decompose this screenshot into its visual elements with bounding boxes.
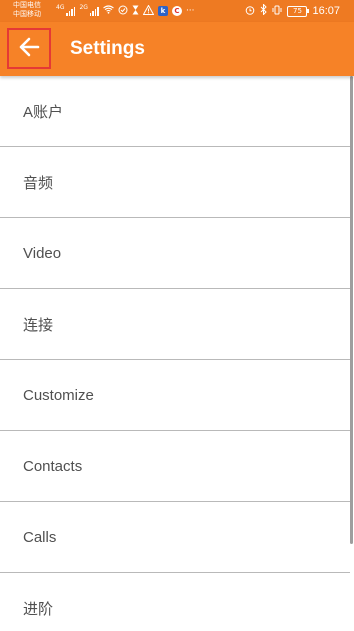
wifi-icon (103, 5, 114, 17)
carrier-1: 中国电信 (13, 1, 41, 9)
scrollbar[interactable] (350, 76, 353, 544)
carrier-info: 中国电信 中国移动 (13, 1, 41, 19)
settings-item-advanced[interactable]: 进阶 (0, 573, 350, 631)
app-notification-icon: k (157, 6, 168, 16)
network-type-2: 2G (79, 3, 88, 11)
settings-item-calls[interactable]: Calls (0, 502, 350, 573)
warning-icon (142, 3, 155, 18)
settings-item-label: 音频 (23, 174, 54, 192)
settings-item-contacts[interactable]: Contacts (0, 431, 350, 502)
signal-icon-2 (89, 6, 99, 16)
arrow-left-icon (18, 37, 40, 61)
settings-item-connection[interactable]: 连接 (0, 289, 350, 360)
settings-item-label: Video (23, 244, 62, 262)
battery-icon: 75 (287, 5, 310, 17)
settings-item-label: Contacts (23, 457, 83, 475)
settings-item-video[interactable]: Video (0, 218, 350, 289)
page-title: Settings (70, 38, 145, 59)
hourglass-icon (132, 5, 139, 18)
clock: 16:07 (312, 5, 340, 17)
back-button[interactable] (7, 28, 51, 69)
status-right: 75 16:07 (245, 3, 340, 18)
signal-icon (66, 6, 76, 16)
bluetooth-icon (260, 3, 268, 18)
alarm-icon (245, 5, 255, 18)
vibrate-icon (272, 5, 282, 18)
settings-item-label: 进阶 (23, 600, 54, 618)
settings-item-label: 连接 (23, 316, 54, 334)
network-type-1: 4G (56, 3, 65, 11)
status-icons: 4G 2G k C ··· (56, 4, 195, 18)
settings-item-account[interactable]: A账户 (0, 76, 350, 147)
settings-list: A账户 音频 Video 连接 Customize Contacts Calls… (0, 76, 350, 631)
app-bar: Settings (0, 22, 354, 76)
settings-item-label: Customize (23, 386, 94, 404)
settings-item-label: Calls (23, 528, 57, 546)
carrier-2: 中国移动 (13, 10, 41, 18)
settings-item-audio[interactable]: 音频 (0, 147, 350, 218)
settings-item-customize[interactable]: Customize (0, 360, 350, 431)
settings-item-label: A账户 (23, 103, 64, 121)
sync-icon (118, 5, 128, 18)
status-bar: 中国电信 中国移动 4G 2G k C ··· 75 16:07 (0, 0, 354, 22)
more-notifications-icon: ··· (185, 6, 195, 16)
app-notification-icon-2: C (171, 6, 182, 16)
